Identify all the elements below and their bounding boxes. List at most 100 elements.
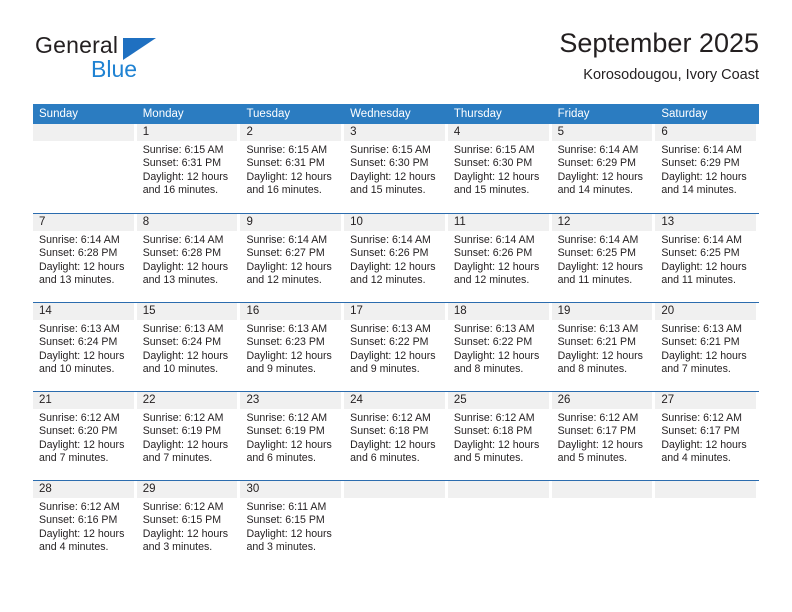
day-details: Sunrise: 6:14 AM Sunset: 6:29 PM Dayligh… [552,141,653,198]
calendar-grid: Sunday Monday Tuesday Wednesday Thursday… [33,104,759,569]
sunset-text: Sunset: 6:21 PM [557,336,636,349]
day-cell[interactable]: 16 Sunrise: 6:13 AM Sunset: 6:23 PM Dayl… [240,303,344,391]
day-cell[interactable]: 29 Sunrise: 6:12 AM Sunset: 6:15 PM Dayl… [136,481,241,569]
sunrise-text: Sunrise: 6:14 AM [39,234,120,246]
day-details: Sunrise: 6:15 AM Sunset: 6:31 PM Dayligh… [240,141,341,198]
daylight-text-line1: Daylight: 12 hours [142,170,229,183]
daylight-text-line1: Daylight: 12 hours [453,349,540,362]
sunrise-text: Sunrise: 6:13 AM [350,323,431,335]
sunset-text: Sunset: 6:18 PM [453,425,533,438]
sunset-text: Sunset: 6:19 PM [142,425,222,438]
day-cell[interactable]: 5 Sunrise: 6:14 AM Sunset: 6:29 PM Dayli… [551,124,656,213]
day-cell[interactable]: 20 Sunrise: 6:13 AM Sunset: 6:21 PM Dayl… [655,303,759,391]
generalblue-logo[interactable]: General Blue [33,26,253,88]
day-cell[interactable]: 11 Sunrise: 6:14 AM Sunset: 6:26 PM Dayl… [447,214,552,302]
day-cell[interactable]: 14 Sunrise: 6:13 AM Sunset: 6:24 PM Dayl… [33,303,137,391]
daylight-text-line1: Daylight: 12 hours [557,349,643,362]
day-details: Sunrise: 6:15 AM Sunset: 6:30 PM Dayligh… [344,141,445,198]
day-number: 3 [344,124,445,141]
day-cell[interactable]: 30 Sunrise: 6:11 AM Sunset: 6:15 PM Dayl… [240,481,344,569]
daylight-text-line1: Daylight: 12 hours [246,527,332,540]
sunset-text: Sunset: 6:27 PM [246,247,325,260]
day-cell[interactable]: 1 Sunrise: 6:15 AM Sunset: 6:31 PM Dayli… [136,124,241,213]
day-cell[interactable] [344,481,448,569]
day-cell[interactable] [551,481,656,569]
day-details [344,498,445,501]
day-number: 25 [447,392,549,409]
day-number [344,481,445,498]
day-cell[interactable]: 4 Sunrise: 6:15 AM Sunset: 6:30 PM Dayli… [447,124,552,213]
day-cell[interactable]: 10 Sunrise: 6:14 AM Sunset: 6:26 PM Dayl… [344,214,448,302]
day-details: Sunrise: 6:14 AM Sunset: 6:28 PM Dayligh… [137,231,238,288]
sunset-text: Sunset: 6:22 PM [350,336,429,349]
daylight-text-line2: and 9 minutes. [350,363,420,376]
day-number: 7 [33,214,134,231]
sunset-text: Sunset: 6:26 PM [350,247,429,260]
day-number [447,481,549,498]
sunset-text: Sunset: 6:15 PM [246,514,325,527]
day-cell[interactable]: 24 Sunrise: 6:12 AM Sunset: 6:18 PM Dayl… [344,392,448,480]
daylight-text-line1: Daylight: 12 hours [39,527,125,540]
day-cell[interactable]: 6 Sunrise: 6:14 AM Sunset: 6:29 PM Dayli… [655,124,759,213]
day-details: Sunrise: 6:12 AM Sunset: 6:19 PM Dayligh… [137,409,238,466]
daylight-text-line1: Daylight: 12 hours [350,260,436,273]
sunset-text: Sunset: 6:23 PM [246,336,325,349]
day-details: Sunrise: 6:11 AM Sunset: 6:15 PM Dayligh… [240,498,341,555]
day-cell[interactable]: 9 Sunrise: 6:14 AM Sunset: 6:27 PM Dayli… [240,214,344,302]
daylight-text-line2: and 9 minutes. [246,363,316,376]
day-cell[interactable]: 22 Sunrise: 6:12 AM Sunset: 6:19 PM Dayl… [136,392,241,480]
logo-text-blue: Blue [91,56,138,82]
sunset-text: Sunset: 6:26 PM [453,247,533,260]
daylight-text-line1: Daylight: 12 hours [39,349,125,362]
day-details: Sunrise: 6:13 AM Sunset: 6:23 PM Dayligh… [240,320,341,377]
day-cell[interactable]: 27 Sunrise: 6:12 AM Sunset: 6:17 PM Dayl… [655,392,759,480]
daylight-text-line2: and 10 minutes. [39,363,115,376]
day-cell[interactable]: 21 Sunrise: 6:12 AM Sunset: 6:20 PM Dayl… [33,392,137,480]
day-cell[interactable]: 15 Sunrise: 6:13 AM Sunset: 6:24 PM Dayl… [136,303,241,391]
day-number: 27 [655,392,757,409]
day-number [551,481,653,498]
day-cell[interactable] [655,481,759,569]
daylight-text-line2: and 3 minutes. [246,541,316,554]
day-details: Sunrise: 6:12 AM Sunset: 6:19 PM Dayligh… [240,409,341,466]
day-number: 19 [551,303,653,320]
day-number: 22 [136,392,238,409]
daylight-text-line2: and 13 minutes. [39,274,115,287]
sunset-text: Sunset: 6:25 PM [661,247,740,260]
day-cell[interactable]: 7 Sunrise: 6:14 AM Sunset: 6:28 PM Dayli… [33,214,137,302]
day-details: Sunrise: 6:12 AM Sunset: 6:17 PM Dayligh… [552,409,653,466]
day-cell[interactable] [33,124,137,213]
day-number: 21 [33,392,134,409]
day-cell[interactable]: 13 Sunrise: 6:14 AM Sunset: 6:25 PM Dayl… [655,214,759,302]
day-cell[interactable] [447,481,552,569]
day-cell[interactable]: 19 Sunrise: 6:13 AM Sunset: 6:21 PM Dayl… [551,303,656,391]
sunset-text: Sunset: 6:24 PM [142,336,222,349]
sunrise-text: Sunrise: 6:14 AM [453,234,535,246]
day-number: 10 [344,214,445,231]
day-cell[interactable]: 23 Sunrise: 6:12 AM Sunset: 6:19 PM Dayl… [240,392,344,480]
sunset-text: Sunset: 6:15 PM [142,514,222,527]
week-row: 28 Sunrise: 6:12 AM Sunset: 6:16 PM Dayl… [33,480,759,569]
daylight-text-line2: and 12 minutes. [453,274,530,287]
day-cell[interactable]: 26 Sunrise: 6:12 AM Sunset: 6:17 PM Dayl… [551,392,656,480]
daylight-text-line2: and 8 minutes. [557,363,628,376]
daylight-text-line2: and 11 minutes. [661,274,736,287]
day-cell[interactable]: 17 Sunrise: 6:13 AM Sunset: 6:22 PM Dayl… [344,303,448,391]
daylight-text-line1: Daylight: 12 hours [661,438,747,451]
day-cell[interactable]: 25 Sunrise: 6:12 AM Sunset: 6:18 PM Dayl… [447,392,552,480]
day-cell[interactable]: 18 Sunrise: 6:13 AM Sunset: 6:22 PM Dayl… [447,303,552,391]
day-details [33,141,134,144]
day-details: Sunrise: 6:12 AM Sunset: 6:18 PM Dayligh… [344,409,445,466]
sunset-text: Sunset: 6:18 PM [350,425,429,438]
daylight-text-line2: and 5 minutes. [557,452,628,465]
sunrise-text: Sunrise: 6:13 AM [39,323,120,335]
day-cell[interactable]: 28 Sunrise: 6:12 AM Sunset: 6:16 PM Dayl… [33,481,137,569]
day-cell[interactable]: 3 Sunrise: 6:15 AM Sunset: 6:30 PM Dayli… [344,124,448,213]
daylight-text-line1: Daylight: 12 hours [142,438,229,451]
day-cell[interactable]: 2 Sunrise: 6:15 AM Sunset: 6:31 PM Dayli… [240,124,344,213]
sunset-text: Sunset: 6:30 PM [350,157,429,170]
sunset-text: Sunset: 6:17 PM [557,425,636,438]
day-cell[interactable]: 12 Sunrise: 6:14 AM Sunset: 6:25 PM Dayl… [551,214,656,302]
day-cell[interactable]: 8 Sunrise: 6:14 AM Sunset: 6:28 PM Dayli… [136,214,241,302]
daylight-text-line2: and 12 minutes. [246,274,322,287]
